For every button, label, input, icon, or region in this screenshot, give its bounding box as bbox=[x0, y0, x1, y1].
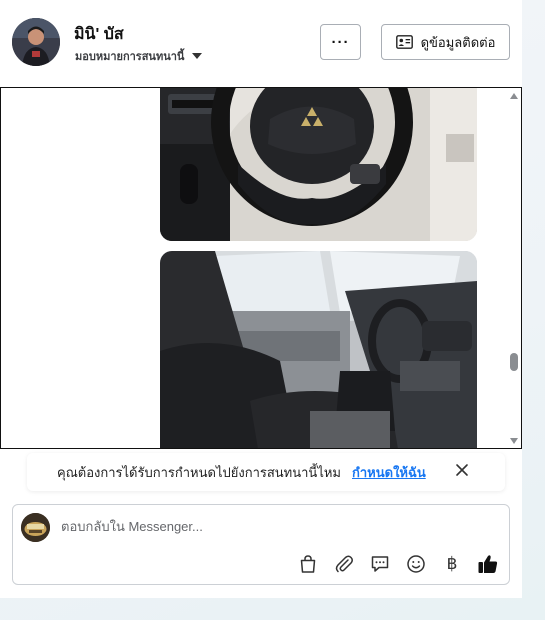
view-contact-label: ดูข้อมูลติดต่อ bbox=[420, 34, 496, 50]
view-contact-button[interactable]: ดูข้อมูลติดต่อ bbox=[381, 24, 510, 60]
reply-toolbar: ฿ bbox=[297, 553, 499, 575]
scroll-down-arrow-icon[interactable] bbox=[510, 438, 518, 444]
close-icon[interactable] bbox=[451, 459, 473, 481]
payment-baht-icon[interactable]: ฿ bbox=[441, 553, 463, 575]
assign-label: มอบหมายการสนทนานี้ bbox=[75, 51, 185, 63]
thumbs-up-icon[interactable] bbox=[477, 553, 499, 575]
scrollbar-thumb[interactable] bbox=[510, 353, 518, 371]
conversation-scrollbar[interactable] bbox=[507, 88, 521, 448]
reply-composer: ฿ bbox=[12, 504, 510, 585]
saved-replies-icon[interactable] bbox=[369, 553, 391, 575]
assign-prompt-banner: คุณต้องการได้รับการกำหนดไปยังการสนทนานี้… bbox=[27, 453, 505, 491]
conversation-area[interactable] bbox=[0, 87, 522, 449]
contact-card-icon bbox=[395, 35, 413, 49]
reply-input[interactable] bbox=[61, 519, 481, 534]
scroll-up-arrow-icon[interactable] bbox=[510, 93, 518, 99]
shopping-bag-icon[interactable] bbox=[297, 553, 319, 575]
assign-to-me-link[interactable]: กำหนดให้ฉัน bbox=[352, 462, 426, 483]
assign-prompt-text: คุณต้องการได้รับการกำหนดไปยังการสนทนานี้… bbox=[57, 465, 341, 480]
contact-name: มินิ' บัส bbox=[74, 26, 124, 43]
paperclip-icon[interactable] bbox=[333, 553, 355, 575]
baht-symbol: ฿ bbox=[446, 554, 458, 574]
message-photo-car-interior[interactable] bbox=[160, 251, 477, 448]
emoji-icon[interactable] bbox=[405, 553, 427, 575]
assign-dropdown[interactable]: มอบหมายการสนทนานี้ bbox=[75, 47, 203, 65]
inbox-panel: มินิ' บัส มอบหมายการสนทนานี้ ··· ดูข้อมู… bbox=[0, 0, 522, 598]
contact-avatar[interactable] bbox=[12, 18, 60, 66]
more-options-button[interactable]: ··· bbox=[320, 24, 361, 60]
more-options-label: ··· bbox=[331, 33, 350, 51]
message-photo-steering-wheel[interactable] bbox=[160, 88, 477, 241]
page-avatar bbox=[21, 513, 50, 542]
caret-down-icon bbox=[192, 53, 203, 59]
